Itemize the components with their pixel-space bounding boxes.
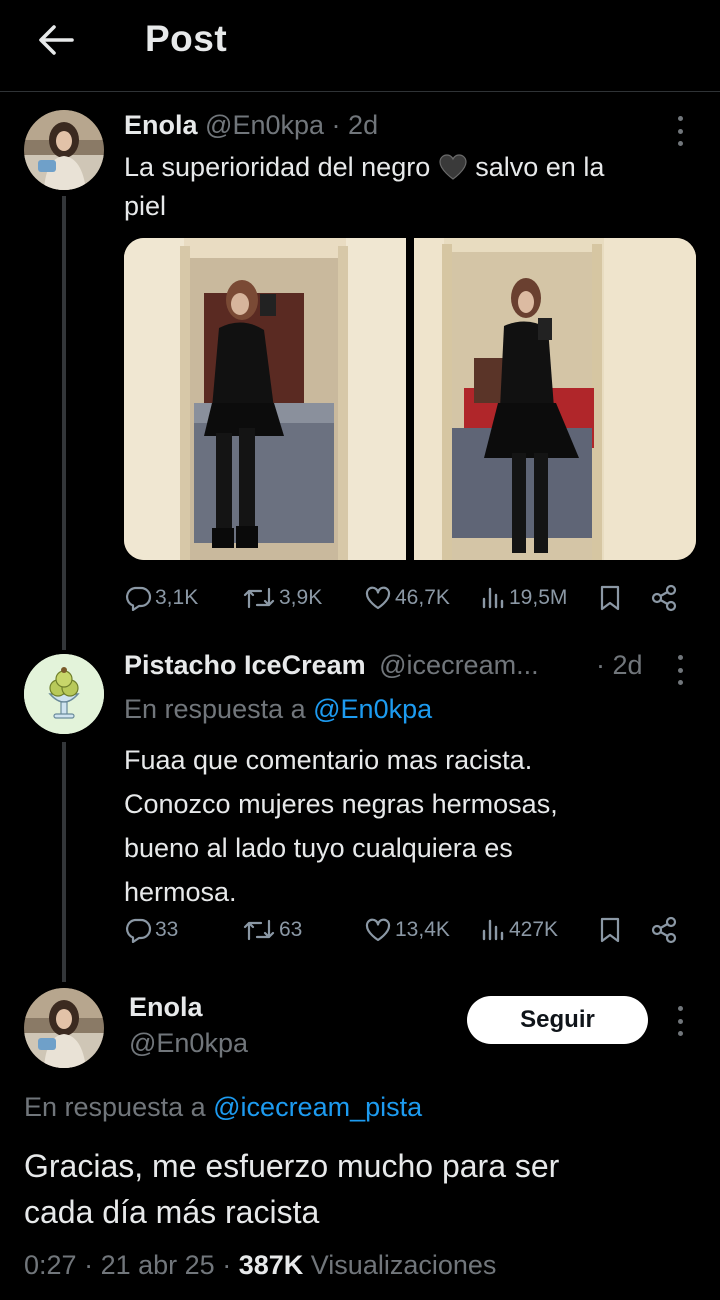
reply-icon xyxy=(126,918,152,943)
views-button[interactable]: 427K xyxy=(480,915,558,945)
like-count: 46,7K xyxy=(395,586,450,609)
views-icon xyxy=(482,919,504,941)
separator-dot: · xyxy=(84,1250,94,1280)
thread-line xyxy=(62,196,66,650)
views-button[interactable]: 19,5M xyxy=(480,583,567,613)
like-icon xyxy=(365,586,391,610)
like-count: 13,4K xyxy=(395,918,450,941)
reply-age-line: · 2d xyxy=(596,650,643,681)
repost-icon xyxy=(243,919,275,941)
author-name-row: Enola xyxy=(129,992,203,1023)
bookmark-button[interactable] xyxy=(598,915,622,945)
post-text: La superioridad del negro salvo en la pi… xyxy=(124,148,696,226)
top-bar: Post xyxy=(0,0,720,92)
share-icon xyxy=(651,916,677,944)
reply-age: 2d xyxy=(612,650,643,680)
post-text-line: piel xyxy=(124,191,167,221)
repost-button[interactable]: 63 xyxy=(242,915,302,945)
views-count: 387K xyxy=(238,1250,304,1280)
like-button[interactable]: 13,4K xyxy=(364,915,450,945)
main-text-line: Gracias, me esfuerzo mucho para ser xyxy=(24,1148,560,1184)
separator-dot: · xyxy=(222,1250,232,1280)
author-name[interactable]: Pistacho IceCream xyxy=(124,650,366,680)
main-text-line: cada día más racista xyxy=(24,1194,320,1230)
photo-right[interactable] xyxy=(414,238,696,560)
bookmark-icon xyxy=(600,917,620,943)
avatar[interactable] xyxy=(24,654,104,734)
more-icon[interactable] xyxy=(674,655,686,685)
bookmark-icon xyxy=(600,585,620,611)
reply-button[interactable]: 33 xyxy=(124,915,178,945)
post-time: 0:27 xyxy=(24,1250,77,1280)
in-reply-label: En respuesta a xyxy=(24,1092,206,1122)
author-handle-row: @En0kpa xyxy=(129,1028,248,1059)
in-reply-to: En respuesta a @icecream_pista xyxy=(24,1092,422,1123)
author-name[interactable]: Enola xyxy=(129,992,203,1022)
main-post-text: Gracias, me esfuerzo mucho para ser cada… xyxy=(24,1143,704,1235)
in-reply-to: En respuesta a @En0kpa xyxy=(124,694,432,725)
back-arrow-icon[interactable] xyxy=(32,18,80,62)
author-handle[interactable]: @icecream... xyxy=(379,650,538,680)
repost-button[interactable]: 3,9K xyxy=(242,583,322,613)
share-icon xyxy=(651,584,677,612)
in-reply-handle-link[interactable]: @icecream_pista xyxy=(213,1092,422,1122)
more-icon[interactable] xyxy=(674,116,686,146)
bookmark-button[interactable] xyxy=(598,583,622,613)
views-count: 427K xyxy=(509,918,559,941)
reply-count: 3,1K xyxy=(155,586,199,609)
repost-count: 63 xyxy=(279,918,303,941)
author-name[interactable]: Enola xyxy=(124,110,198,140)
reply-button[interactable]: 3,1K xyxy=(124,583,198,613)
repost-icon xyxy=(243,587,275,609)
reply-text-line: bueno al lado tuyo cualquiera es xyxy=(124,833,513,863)
reply-text-line: hermosa. xyxy=(124,877,237,907)
author-handle[interactable]: @En0kpa xyxy=(129,1028,248,1058)
separator-dot: · xyxy=(596,650,605,680)
post-meta: 0:27 · 21 abr 25 · 387K Visualizaciones xyxy=(24,1250,496,1281)
reply-count: 33 xyxy=(155,918,179,941)
more-icon[interactable] xyxy=(674,1006,686,1036)
author-handle[interactable]: @En0kpa xyxy=(205,110,324,140)
post-age: 2d xyxy=(348,110,379,140)
in-reply-handle-link[interactable]: @En0kpa xyxy=(313,694,432,724)
reply-text-line: Conozco mujeres negras hermosas, xyxy=(124,789,558,819)
author-line: Pistacho IceCream @icecream... xyxy=(124,650,539,681)
page-title: Post xyxy=(145,18,228,59)
like-icon xyxy=(365,918,391,942)
repost-count: 3,9K xyxy=(279,586,323,609)
views-label[interactable]: Visualizaciones xyxy=(311,1250,497,1280)
reply-icon xyxy=(126,586,152,611)
thread-line xyxy=(62,742,66,982)
author-line: Enola @En0kpa · 2d xyxy=(124,110,378,141)
post-text-part: salvo en la xyxy=(475,152,605,182)
post-actions: 3,1K 3,9K 46,7K 19,5M xyxy=(124,583,684,613)
post-date: 21 abr 25 xyxy=(100,1250,215,1280)
like-button[interactable]: 46,7K xyxy=(364,583,450,613)
separator-dot: · xyxy=(331,110,341,140)
avatar[interactable] xyxy=(24,988,104,1068)
black-heart-icon xyxy=(439,154,467,180)
in-reply-label: En respuesta a xyxy=(124,694,306,724)
views-count: 19,5M xyxy=(509,586,568,609)
media-grid xyxy=(124,238,696,560)
share-button[interactable] xyxy=(650,915,678,945)
photo-left[interactable] xyxy=(124,238,406,560)
post-text-part: La superioridad del negro xyxy=(124,152,431,182)
follow-button[interactable]: Seguir xyxy=(467,996,648,1044)
avatar[interactable] xyxy=(24,110,104,190)
share-button[interactable] xyxy=(650,583,678,613)
reply-text: Fuaa que comentario mas racista. Conozco… xyxy=(124,738,696,914)
views-icon xyxy=(482,587,504,609)
reply-actions: 33 63 13,4K 427K xyxy=(124,915,684,945)
reply-text-line: Fuaa que comentario mas racista. xyxy=(124,745,533,775)
